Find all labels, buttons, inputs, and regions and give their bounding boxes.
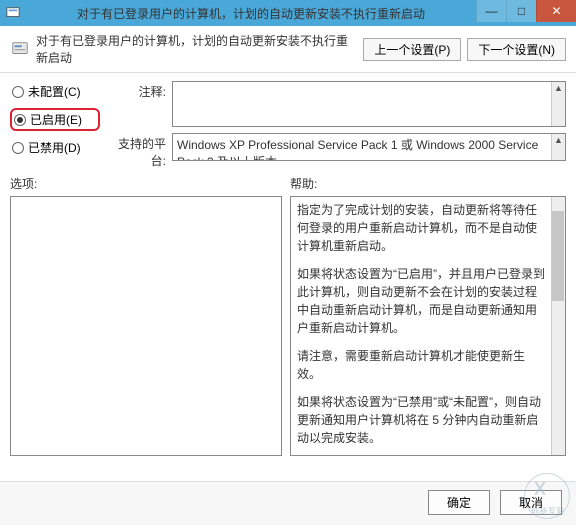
radio-disabled[interactable]: 已禁用(D) (10, 137, 100, 158)
window-title: 对于有已登录用户的计算机，计划的自动更新安装不执行重新启动 (26, 5, 476, 22)
close-button[interactable]: ✕ (536, 0, 576, 22)
policy-name: 对于有已登录用户的计算机，计划的自动更新安装不执行重新启动 (36, 32, 357, 66)
comment-label: 注释: (106, 81, 166, 100)
scrollbar[interactable]: ▲ (551, 134, 565, 160)
watermark-text: 创新互联 (518, 506, 576, 517)
radio-label: 已禁用(D) (28, 139, 81, 156)
radio-label: 未配置(C) (28, 83, 81, 100)
state-radio-group: 未配置(C) 已启用(E) 已禁用(D) (10, 81, 100, 169)
radio-not-configured[interactable]: 未配置(C) (10, 81, 100, 102)
dialog-footer: 确定 取消 (0, 481, 576, 525)
ok-button[interactable]: 确定 (428, 490, 490, 515)
next-setting-button[interactable]: 下一个设置(N) (467, 38, 566, 61)
window-controls: — □ ✕ (476, 0, 576, 26)
supported-platforms-box: Windows XP Professional Service Pack 1 或… (172, 133, 566, 161)
help-section-label: 帮助: (290, 175, 566, 192)
right-column: 注释: ▲ 支持的平台: Windows XP Professional Ser… (106, 81, 566, 169)
maximize-button[interactable]: □ (506, 0, 536, 22)
options-section-label: 选项: (10, 175, 290, 192)
radio-icon (12, 86, 24, 98)
config-area: 未配置(C) 已启用(E) 已禁用(D) 注释: ▲ 支持的平台: Window… (0, 73, 576, 173)
supported-label: 支持的平台: (106, 133, 166, 169)
options-panel (10, 196, 282, 456)
watermark-logo: X 创新互联 (524, 473, 570, 519)
scroll-up-icon: ▲ (554, 82, 563, 94)
header-row: 对于有已登录用户的计算机，计划的自动更新安装不执行重新启动 上一个设置(P) 下… (0, 26, 576, 73)
comment-textarea[interactable]: ▲ (172, 81, 566, 127)
section-labels: 选项: 帮助: (0, 173, 576, 196)
supported-row: 支持的平台: Windows XP Professional Service P… (106, 133, 566, 169)
help-paragraph: 请注意，需要重新启动计算机才能使更新生效。 (297, 347, 547, 383)
minimize-button[interactable]: — (476, 0, 506, 22)
radio-enabled[interactable]: 已启用(E) (10, 108, 100, 131)
help-paragraph: 指定为了完成计划的安装，自动更新将等待任何登录的用户重新启动计算机，而不是自动使… (297, 201, 547, 255)
radio-label: 已启用(E) (30, 111, 82, 128)
supported-value: Windows XP Professional Service Pack 1 或… (177, 138, 538, 161)
help-panel: 指定为了完成计划的安装，自动更新将等待任何登录的用户重新启动计算机，而不是自动使… (290, 196, 566, 456)
lower-panels: 指定为了完成计划的安装，自动更新将等待任何登录的用户重新启动计算机，而不是自动使… (0, 196, 576, 456)
radio-icon (14, 114, 26, 126)
app-icon (6, 6, 20, 20)
help-paragraph: 如果将状态设置为“已禁用”或“未配置”，则自动更新通知用户计算机将在 5 分钟内… (297, 393, 547, 447)
scroll-up-icon: ▲ (554, 134, 563, 146)
scrollbar[interactable]: ▲ (551, 82, 565, 126)
previous-setting-button[interactable]: 上一个设置(P) (363, 38, 461, 61)
comment-row: 注释: ▲ (106, 81, 566, 127)
help-paragraph: 如果将状态设置为“已启用”，并且用户已登录到此计算机，则自动更新不会在计划的安装… (297, 265, 547, 337)
radio-icon (12, 142, 24, 154)
title-bar: 对于有已登录用户的计算机，计划的自动更新安装不执行重新启动 — □ ✕ (0, 0, 576, 26)
policy-icon (10, 39, 30, 59)
help-scrollbar-thumb[interactable] (552, 211, 564, 301)
